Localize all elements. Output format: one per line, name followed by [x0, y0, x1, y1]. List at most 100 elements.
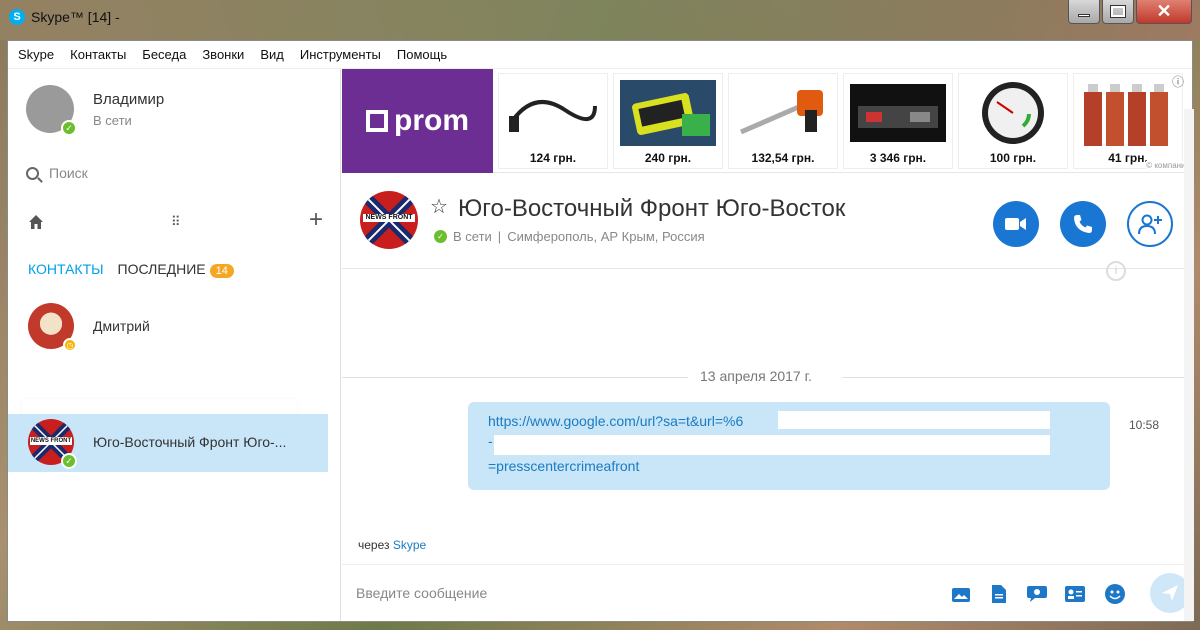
contact-name: Дмитрий [93, 318, 150, 334]
avatar: ◷ [28, 303, 77, 352]
scrollbar[interactable] [1184, 109, 1194, 621]
prom-logo-icon [366, 110, 388, 132]
message-link[interactable]: https://www.google.com/url?sa=t&url=%6 [488, 413, 743, 429]
sidebar-toolbar: ⠿ + [28, 206, 323, 233]
smiley-icon [1105, 584, 1125, 604]
ad-price: 124 грн. [529, 151, 577, 165]
date-label: 13 апреля 2017 г. [700, 368, 812, 384]
search-icon [26, 166, 39, 180]
video-call-button[interactable] [993, 201, 1039, 247]
message-bubble[interactable]: https://www.google.com/url?sa=t&url=%6 -… [468, 402, 1110, 490]
ad-item[interactable]: 124 грн. [498, 73, 608, 169]
profile-card[interactable]: ✓ [26, 85, 77, 136]
date-divider: 13 апреля 2017 г. [342, 368, 1192, 388]
power-bank-icon [620, 80, 716, 146]
list-item[interactable]: ◷ Дмитрий [8, 298, 328, 356]
ad-item[interactable]: 132,54 грн. [728, 73, 838, 169]
window-title: Skype™ [14] - [31, 9, 120, 25]
status-text: В сети [453, 229, 492, 244]
search-placeholder: Поиск [49, 165, 88, 181]
unread-badge: 14 [209, 264, 234, 278]
gas-torch-icon [740, 90, 823, 135]
menu-bar: Skype Контакты Беседа Звонки Вид Инструм… [8, 41, 1192, 69]
skype-window: Skype Контакты Беседа Звонки Вид Инструм… [7, 40, 1194, 622]
info-icon[interactable]: ⓘ [1172, 73, 1184, 90]
title-bar: S Skype™ [14] - ✕ [0, 0, 1200, 40]
status-separator: | [497, 229, 502, 244]
menu-calls[interactable]: Звонки [202, 47, 244, 62]
ad-item[interactable]: 100 грн. [958, 73, 1068, 169]
video-message-button[interactable] [1026, 583, 1048, 605]
image-icon [952, 588, 970, 602]
contact-status: ✓ В сети | Симферополь, АР Крым, Россия [434, 229, 705, 244]
maximize-icon[interactable] [1102, 0, 1134, 24]
menu-view[interactable]: Вид [260, 47, 284, 62]
conversation-pane: prom 124 грн. 240 грн. 132,54 грн. 3 346… [342, 69, 1192, 621]
message-link[interactable]: =presscentercrimeafront [488, 458, 639, 474]
ad-item[interactable]: 3 346 грн. [843, 73, 953, 169]
close-icon[interactable]: ✕ [1136, 0, 1192, 24]
message-link[interactable]: - [488, 433, 493, 449]
phone-icon [1074, 215, 1092, 233]
ad-banner[interactable]: prom 124 грн. 240 грн. 132,54 грн. 3 346… [342, 69, 1192, 173]
send-media-button[interactable] [950, 583, 972, 605]
contact-name: Юго-Восточный Фронт Юго-... [93, 434, 287, 450]
menu-contacts[interactable]: Контакты [70, 47, 126, 62]
minimize-icon[interactable] [1068, 0, 1100, 24]
send-file-button[interactable] [988, 583, 1010, 605]
window-controls: ✕ [1068, 0, 1192, 24]
message-input[interactable] [356, 581, 916, 605]
gauge-icon [982, 82, 1044, 144]
add-people-button[interactable] [1127, 201, 1173, 247]
location-text: Симферополь, АР Крым, Россия [507, 229, 705, 244]
add-contact-icon[interactable]: + [309, 206, 323, 234]
message-timestamp: 10:58 [1129, 418, 1160, 432]
menu-conversation[interactable]: Беседа [142, 47, 186, 62]
contact-card-icon [1065, 586, 1085, 602]
ad-item[interactable]: 41 грн. [1073, 73, 1183, 169]
sidebar-tabs: КОНТАКТЫ ПОСЛЕДНИЕ 14 [28, 261, 234, 278]
audio-system-icon [850, 84, 946, 142]
video-message-icon [1027, 586, 1047, 602]
tab-recent[interactable]: ПОСЛЕДНИЕ 14 [117, 261, 234, 278]
emoticon-button[interactable] [1104, 583, 1126, 605]
audio-call-button[interactable] [1060, 201, 1106, 247]
conversation-title: Юго-Восточный Фронт Юго-Восток [458, 195, 846, 222]
away-status-icon: ◷ [63, 338, 77, 352]
menu-help[interactable]: Помощь [397, 47, 447, 62]
redaction-block [778, 411, 1050, 429]
menu-tools[interactable]: Инструменты [300, 47, 381, 62]
tab-contacts[interactable]: КОНТАКТЫ [28, 261, 104, 277]
divider-line [342, 377, 688, 378]
tab-recent-label: ПОСЛЕДНИЕ [117, 261, 206, 277]
list-item[interactable]: NEWS FRONT ✓ Юго-Восточный Фронт Юго-... [8, 414, 328, 472]
online-status-icon: ✓ [61, 120, 77, 136]
online-status-icon: ✓ [61, 453, 77, 469]
dialpad-icon[interactable]: ⠿ [171, 214, 180, 230]
avatar[interactable]: NEWS FRONT [360, 191, 418, 249]
profile-name: Владимир [93, 91, 165, 108]
gas-canisters-icon [1084, 84, 1168, 146]
send-contacts-button[interactable] [1064, 583, 1086, 605]
star-icon[interactable]: ☆ [430, 194, 448, 219]
ad-price: 132,54 грн. [751, 151, 815, 165]
avatar[interactable]: ✓ [26, 85, 77, 136]
ad-price: 240 грн. [644, 151, 692, 165]
video-camera-icon [1005, 218, 1026, 230]
conversation-header: NEWS FRONT ☆ Юго-Восточный Фронт Юго-Вос… [342, 173, 1192, 281]
home-icon[interactable] [28, 214, 44, 230]
via-label: через Skype [358, 538, 426, 552]
prom-logo[interactable]: prom [342, 69, 493, 173]
avatar-text: NEWS FRONT [363, 214, 415, 222]
add-person-icon [1138, 214, 1162, 235]
ad-item[interactable]: 240 грн. [613, 73, 723, 169]
ad-price: 100 грн. [989, 151, 1037, 165]
info-icon[interactable]: i [1106, 261, 1126, 281]
prom-brand: prom [394, 104, 469, 137]
via-skype-link[interactable]: Skype [393, 538, 426, 552]
search-input[interactable]: Поиск [26, 165, 88, 181]
send-icon [1162, 585, 1178, 601]
menu-skype[interactable]: Skype [18, 47, 54, 62]
profile-status[interactable]: В сети [93, 113, 132, 128]
avatar-text: NEWS FRONT [30, 437, 72, 445]
